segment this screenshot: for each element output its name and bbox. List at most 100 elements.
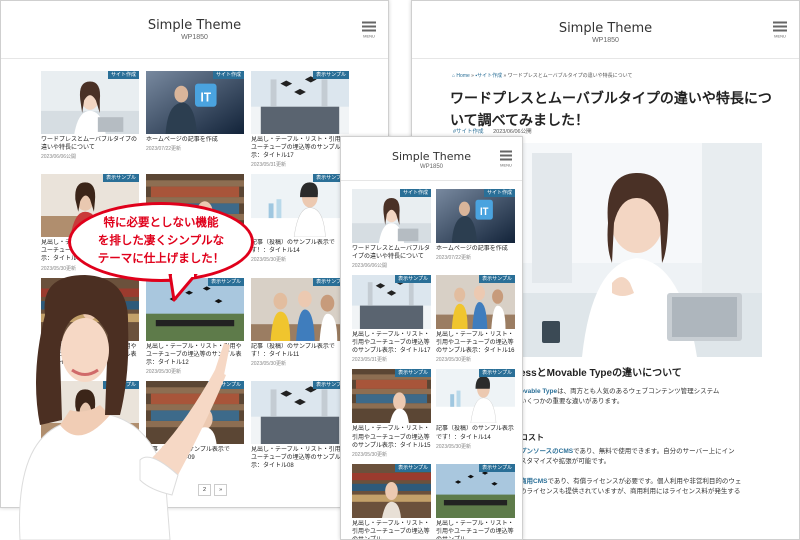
left-post-title[interactable]: 見出し・テーブル・リスト・引用やユーチューブの埋込等のサンプル表示：タイトル17 (251, 136, 349, 160)
left-post-thumbnail[interactable] (251, 277, 349, 341)
article-meta: #サイト作成 2023/06/06公開 (453, 127, 532, 135)
mobile-category-badge[interactable]: サイト作成 (483, 189, 515, 197)
p3-line2: のライセンスも提供されていますが、商用利用にはライセンス料が発生する (520, 487, 741, 495)
left-post-date: 2023/05/30更新 (251, 360, 287, 367)
left-category-badge[interactable]: 表示サンプル (313, 71, 349, 79)
left-category-badge[interactable]: サイト作成 (107, 71, 139, 79)
mobile-post-title[interactable]: 見出し・テーブル・リスト・引用やユーチューブの埋込等のサンプル表示：タイトル17 (352, 331, 431, 355)
left-post-date: 2023/06/06公開 (41, 154, 77, 161)
menu-button[interactable]: MENU (362, 21, 376, 38)
left-post-thumbnail[interactable] (251, 174, 349, 238)
mobile-category-badge[interactable]: 表示サンプル (395, 463, 431, 472)
mobile-post-card[interactable]: 表示サンプル見出し・テーブル・リスト・引用やユーチューブの埋込等のサンプル表示：… (352, 275, 431, 363)
left-post-title[interactable]: 記事（投稿）のサンプル表示です！：タイトル14 (251, 239, 349, 255)
mobile-post-card[interactable]: 表示サンプル 記事（投稿）のサンプル表示です！：タイトル14 2023/05/30更… (436, 369, 515, 457)
p1-line2: いくつかの重要な違いがあります。 (520, 397, 624, 405)
left-post-thumbnail[interactable] (251, 380, 349, 444)
mobile-post-thumbnail[interactable] (352, 369, 431, 424)
site-subtitle-right: WP1850 (592, 37, 619, 44)
left-category-badge[interactable]: 表示サンプル (103, 174, 139, 183)
left-post-title[interactable]: ホームページの記事を作成 (146, 136, 244, 144)
left-post-card[interactable]: 表示サンプル 記事（投稿）のサンプル表示です！：タイトル14 2023/05/30更… (251, 174, 349, 271)
left-category-badge[interactable]: サイト作成 (212, 71, 244, 79)
left-post-date: 2023/05/30更新 (251, 257, 287, 264)
mobile-post-date: 2023/05/30更新 (352, 451, 388, 458)
mobile-category-badge[interactable]: 表示サンプル (395, 369, 431, 378)
left-site-header: Simple Theme WP1850 MENU (1, 1, 388, 59)
left-post-card[interactable]: IT サイト作成ホームページの記事を作成 2023/07/22更新 (146, 71, 244, 168)
menu-label-right: MENU (774, 33, 786, 38)
mobile-category-badge[interactable]: 表示サンプル (479, 463, 515, 472)
left-post-title[interactable]: 記事（投稿）のサンプル表示です！：タイトル11 (251, 343, 349, 359)
mobile-category-badge[interactable]: 表示サンプル (479, 275, 515, 284)
mobile-category-badge[interactable]: サイト作成 (399, 189, 431, 197)
speech-bubble: 特に必要としない機能 を排した凄くシンプルな テーマに仕上げました！ (68, 202, 254, 282)
mobile-site-subtitle: WP1850 (419, 164, 443, 170)
speech-bubble-tail (168, 274, 198, 302)
mobile-post-thumbnail[interactable] (436, 369, 515, 424)
site-title-right[interactable]: Simple Theme (412, 21, 799, 36)
mobile-post-thumbnail[interactable] (352, 189, 431, 243)
home-icon: ⌂ (452, 73, 456, 79)
article-tag[interactable]: #サイト作成 (453, 129, 484, 135)
article-paragraph-2: プンソースのCMSであり、無料で使用できます。自分のサーバー上にイン スタマイズ… (520, 447, 775, 467)
mobile-post-date: 2023/05/31更新 (352, 357, 388, 364)
mobile-post-card[interactable]: サイト作成 ワードプレスとムーバブルタイプの違いや特長について 2023/06/06… (352, 189, 431, 269)
article-hero-image (512, 143, 762, 357)
article-date: 2023/06/06公開 (493, 129, 532, 135)
left-post-card[interactable]: 表示サンプル見出し・テーブル・リスト・引用やユーチューブの埋込等のサンプル表示：… (251, 71, 349, 168)
mobile-post-title[interactable]: ワードプレスとムーバブルタイプの違いや特長について (352, 245, 431, 261)
menu-label: MENU (363, 33, 375, 38)
p2-highlight: プンソースのCMS (520, 448, 574, 455)
mobile-post-card[interactable]: 表示サンプル見出し・テーブル・リスト・引用やユーチューブの埋込等のサンプル表示：… (436, 275, 515, 363)
mobile-post-title[interactable]: 見出し・テーブル・リスト・引用やユーチューブの埋込等のサンプル (436, 520, 515, 539)
mobile-menu-button[interactable]: MENU (500, 150, 512, 167)
left-post-thumbnail[interactable] (251, 71, 349, 134)
bubble-line-1: 特に必要としない機能 (103, 217, 219, 230)
mobile-post-card[interactable]: IT サイト作成 ホームページの記事を作成 2023/07/22更新 (436, 189, 515, 269)
mobile-post-card[interactable]: 表示サンプル見出し・テーブル・リスト・引用やユーチューブの埋込等のサンプル表示：… (352, 369, 431, 458)
mobile-post-title[interactable]: 記事（投稿）のサンプル表示です！：タイトル14 (436, 425, 515, 441)
mobile-post-thumbnail[interactable] (352, 275, 431, 330)
mobile-post-title[interactable]: ホームページの記事を作成 (436, 245, 515, 253)
breadcrumb: ⌂ Home » ▪サイト作成 » ワードプレスとムーバブルタイプの違いや特長に… (452, 73, 633, 79)
breadcrumb-current: ワードプレスとムーバブルタイプの違いや特長について (507, 73, 633, 79)
breadcrumb-category[interactable]: サイト作成 (477, 73, 502, 79)
article-paragraph-3: 商用CMSであり、有償ライセンスが必要です。個人利用や非営利目的のウェ のライセ… (520, 477, 775, 497)
left-post-title[interactable]: ワードプレスとムーバブルタイプの違いや特長について (41, 136, 139, 152)
mobile-post-thumbnail[interactable] (352, 463, 431, 518)
p1-highlight: ovable Type (520, 388, 558, 395)
left-post-card[interactable]: サイト作成ワードプレスとムーバブルタイプの違いや特長について 2023/06/06… (41, 71, 139, 168)
p2-line2: スタマイズや拡張が可能です。 (520, 457, 611, 465)
left-post-title[interactable]: 見出し・テーブル・リスト・引用やユーチューブの埋込等のサンプル表示：タイトル08 (251, 446, 349, 470)
mobile-menu-label: MENU (500, 162, 512, 167)
right-site-header: Simple Theme WP1850 MENU (412, 1, 799, 59)
article-paragraph-1: ovable Typeは、両方とも人気のあるウェブコンテンツ管理システム いくつ… (520, 387, 775, 407)
mobile-post-date: 2023/05/30更新 (436, 357, 472, 364)
mobile-post-card[interactable]: 表示サンプル見出し・テーブル・リスト・引用やユーチューブの埋込等のサンプル (436, 463, 515, 539)
mobile-post-thumbnail[interactable] (436, 463, 515, 518)
mobile-post-card[interactable]: 表示サンプル見出し・テーブル・リスト・引用やユーチューブの埋込等のサンプル (352, 463, 431, 539)
site-title[interactable]: Simple Theme (1, 18, 388, 33)
mobile-site-header: Simple Theme WP1850 MENU (341, 137, 522, 181)
mobile-preview-window: Simple Theme WP1850 MENU サイト作成ワードプレスとムーバ… (340, 136, 523, 540)
article-heading-3: コスト (520, 433, 544, 442)
left-post-card[interactable]: 表示サンプル 記事（投稿）のサンプル表示です！：タイトル11 2023/05/30更… (251, 277, 349, 375)
mobile-post-title[interactable]: 見出し・テーブル・リスト・引用やユーチューブの埋込等のサンプル表示：タイトル15 (352, 425, 431, 449)
menu-button-right[interactable]: MENU (773, 21, 787, 38)
breadcrumb-home[interactable]: Home (456, 73, 469, 79)
bubble-line-3: テーマに仕上げました！ (97, 252, 225, 265)
article-title: ワードプレスとムーバブルタイプの違いや特長について調べてみました！ (450, 90, 772, 128)
mobile-category-badge[interactable]: 表示サンプル (479, 369, 515, 378)
mobile-category-badge[interactable]: 表示サンプル (395, 275, 431, 284)
mobile-post-title[interactable]: 見出し・テーブル・リスト・引用やユーチューブの埋込等のサンプル表示：タイトル16 (436, 331, 515, 355)
left-post-date: 2023/07/22更新 (146, 146, 182, 153)
mobile-post-thumbnail[interactable] (436, 275, 515, 330)
mobile-site-title[interactable]: Simple Theme (341, 150, 522, 163)
mobile-post-thumbnail[interactable]: IT (436, 189, 515, 243)
p3-text: であり、有償ライセンスが必要です。個人利用や非営利目的のウェ (547, 478, 742, 485)
left-post-card[interactable]: 表示サンプル見出し・テーブル・リスト・引用やユーチューブの埋込等のサンプル表示：… (251, 380, 349, 470)
left-post-thumbnail[interactable]: IT (146, 71, 244, 134)
left-post-thumbnail[interactable] (41, 71, 139, 134)
mobile-post-title[interactable]: 見出し・テーブル・リスト・引用やユーチューブの埋込等のサンプル (352, 520, 431, 539)
